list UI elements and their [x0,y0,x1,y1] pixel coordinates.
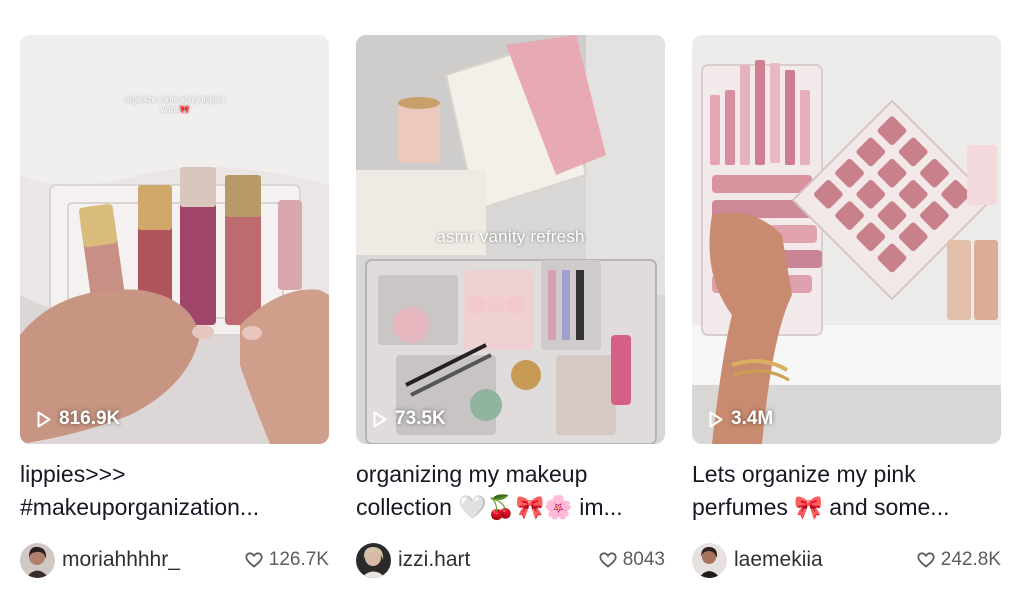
caption-line: perfumes 🎀 and some... [692,494,950,520]
like-count-label: 242.8K [940,549,1001,570]
view-count: 73.5K [373,408,446,430]
video-card[interactable]: 3.4M Lets organize my pink perfumes 🎀 an… [692,35,1001,578]
avatar[interactable] [356,542,391,578]
video-caption[interactable]: Lets organize my pink perfumes 🎀 and som… [692,458,1001,524]
avatar[interactable] [20,542,55,578]
view-count: 816.9K [37,408,120,430]
like-count: 8043 [599,549,665,571]
video-meta: laemekiia 242.8K [692,542,1001,578]
view-count-label: 73.5K [395,408,446,429]
avatar[interactable] [692,542,727,578]
caption-line: organizing my makeup [356,461,588,487]
view-count-label: 816.9K [59,408,121,429]
author-name[interactable]: izzi.hart [398,548,470,572]
like-count-label: 8043 [622,549,665,570]
video-thumbnail[interactable]: organize some of my lippies w/me🎀 816.9K [20,35,329,444]
thumbnail-image [692,35,1001,444]
play-icon [37,411,51,427]
heart-icon [245,552,263,568]
view-count: 3.4M [709,408,773,430]
video-card[interactable]: organize some of my lippies w/me🎀 816.9K… [20,35,329,578]
video-overlay-text: asmr vanity refresh [436,227,585,246]
like-count: 242.8K [917,549,1001,571]
author-name[interactable]: moriahhhhr_ [62,548,180,572]
video-caption[interactable]: organizing my makeup collection 🤍🍒🎀🌸 im.… [356,458,665,524]
view-count-label: 3.4M [731,408,774,429]
play-icon [709,411,723,427]
like-count: 126.7K [245,549,329,571]
heart-icon [917,552,935,568]
video-caption[interactable]: lippies>>> #makeuporganization... [20,458,329,524]
video-thumbnail[interactable]: asmr vanity refresh 73.5K [356,35,665,444]
caption-line: collection 🤍🍒🎀🌸 im... [356,494,623,520]
like-count-label: 126.7K [268,549,329,570]
author-name[interactable]: laemekiia [734,548,823,572]
caption-line: Lets organize my pink [692,461,916,487]
caption-line: #makeuporganization... [20,494,260,520]
heart-icon [599,552,617,568]
video-thumbnail[interactable]: 3.4M [692,35,1001,444]
video-meta: moriahhhhr_ 126.7K [20,542,329,578]
play-icon [373,411,387,427]
video-meta: izzi.hart 8043 [356,542,665,578]
video-overlay-text: organize some of my lippies w/me🎀 [125,95,225,114]
caption-line: lippies>>> [20,461,126,487]
video-card[interactable]: asmr vanity refresh 73.5K organizing my … [356,35,665,578]
